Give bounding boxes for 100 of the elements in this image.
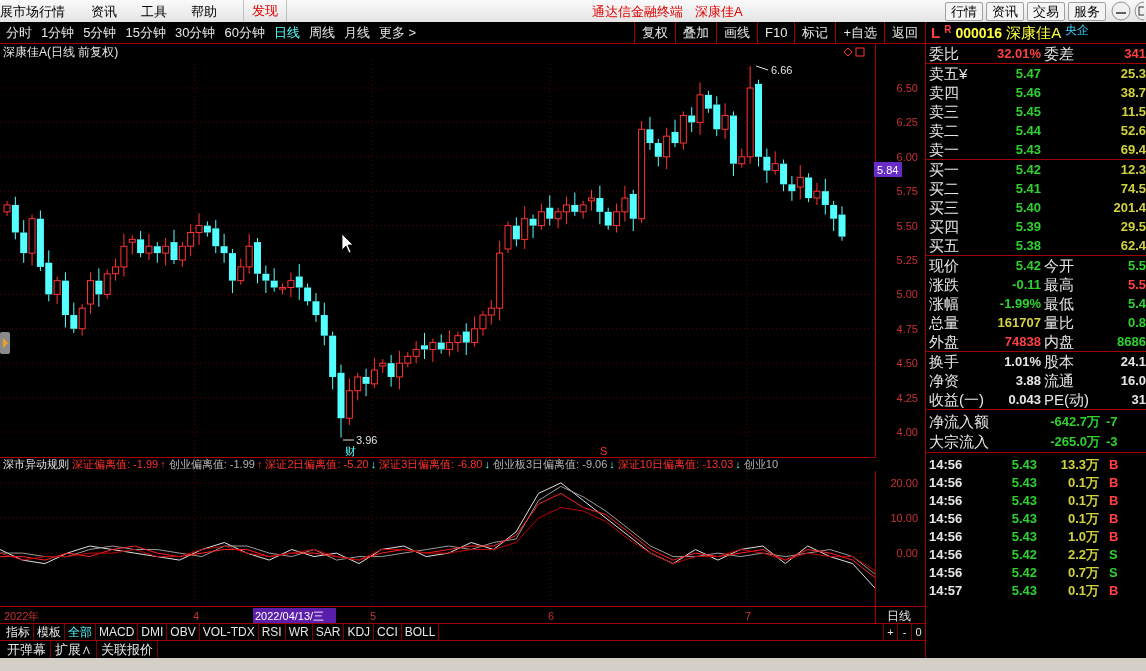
menu-item[interactable]: 资讯 <box>79 4 129 18</box>
bottom-tab[interactable]: 扩展∧ <box>51 641 97 658</box>
order-label: 卖二 <box>929 123 960 138</box>
order-volume: 74.5 <box>1119 182 1146 195</box>
order-label: 买三 <box>929 200 960 215</box>
header-button[interactable]: 资讯 <box>986 1 1024 21</box>
toolbar-button[interactable]: 画线 <box>716 22 757 43</box>
tick-time: 14:56 <box>929 511 964 525</box>
flow-value: -642.7万 <box>1049 414 1100 428</box>
tick-volume: 0.1万 <box>1066 511 1099 525</box>
indicator-tab[interactable]: BOLL <box>401 624 440 640</box>
quote-value: 0.043 <box>1007 393 1041 406</box>
price-axis-label: 5.25 <box>896 254 918 266</box>
indicator-tab[interactable]: RSI <box>258 624 286 640</box>
period-tab[interactable]: 更多 > <box>378 26 417 39</box>
period-tab[interactable]: 15分钟 <box>125 26 166 39</box>
price-axis-label: 6.50 <box>896 82 918 94</box>
leader-line <box>342 439 355 441</box>
zoom-button[interactable]: + <box>883 624 897 640</box>
high-price-label: 6.66 <box>771 64 793 76</box>
app-stock-name: 深康佳A <box>695 4 743 18</box>
price-axis-label: 6.00 <box>896 150 918 163</box>
flag-label: R <box>944 25 952 35</box>
quote-value: 0.8 <box>1126 314 1146 332</box>
maximize-icon[interactable] <box>1134 1 1144 21</box>
tick-price: 5.42 <box>1010 565 1037 579</box>
bottom-tab[interactable]: 关联报价 <box>97 641 158 658</box>
order-price: 5.47 <box>1014 67 1041 80</box>
chart-tools-icon[interactable] <box>843 47 865 57</box>
header-button[interactable]: 服务 <box>1068 1 1106 21</box>
trend-arrow: ↓ <box>609 459 615 470</box>
period-tab[interactable]: 5分钟 <box>83 26 117 39</box>
tick-side: B <box>1109 583 1119 597</box>
menu-item[interactable]: 帮助 <box>179 4 229 18</box>
order-label: 买四 <box>929 219 960 234</box>
quote-value: 5.5 <box>1126 257 1146 275</box>
tick-price: 5.43 <box>1010 511 1037 525</box>
period-tab[interactable]: 周线 <box>308 26 335 39</box>
tick-volume: 0.1万 <box>1066 583 1099 597</box>
toolbar-button[interactable]: 标记 <box>794 22 836 43</box>
indicator-tab[interactable]: VOL-TDX <box>199 624 259 640</box>
toolbar-button[interactable]: F10 <box>757 22 795 43</box>
toolbar-button[interactable]: 叠加 <box>675 22 716 43</box>
period-tab[interactable]: 日线 <box>273 26 300 39</box>
indicator-tab[interactable]: CCI <box>374 624 402 640</box>
zoom-button[interactable]: - <box>897 624 911 640</box>
toolbar-button[interactable]: 复权 <box>634 22 675 43</box>
indicator-tab[interactable]: 全部 <box>65 624 96 640</box>
period-tab[interactable]: 1分钟 <box>41 26 75 39</box>
period-tab[interactable]: 60分钟 <box>224 26 265 39</box>
quote-label: 今开 <box>1043 256 1075 275</box>
quote-label: 最低 <box>1043 294 1075 313</box>
indicator-value: 深证2日偏离值: -5.20 <box>265 459 369 470</box>
trend-arrow: ↓ <box>370 459 377 470</box>
chart-title: 深康佳A(日线 前复权) <box>2 46 119 58</box>
toolbar-button[interactable]: +自选 <box>835 22 884 43</box>
quote-label: 现价 <box>929 256 960 275</box>
indicator-value: 创业10 <box>743 459 779 470</box>
quote-label: 委比 <box>929 46 960 61</box>
indicator-tab[interactable]: SAR <box>312 624 345 640</box>
quote-value: 5.42 <box>1014 257 1041 275</box>
indicator-tab[interactable]: 指标 <box>3 624 34 640</box>
minimize-icon[interactable] <box>1111 1 1131 21</box>
indicator-tab[interactable]: DMI <box>138 624 168 640</box>
period-tab[interactable]: 月线 <box>343 26 370 39</box>
tick-side: B <box>1109 529 1119 543</box>
price-axis-label: 5.50 <box>896 219 918 232</box>
quote-value: 1.01% <box>1003 355 1041 368</box>
indicator-tab[interactable]: OBV <box>167 624 200 640</box>
indicator-tab[interactable]: 模板 <box>34 624 65 640</box>
tick-time: 14:56 <box>929 547 964 561</box>
stock-code: 000016 <box>955 25 1003 40</box>
order-volume: 52.6 <box>1119 124 1146 137</box>
quote-label: PE(动) <box>1043 392 1090 407</box>
tick-price: 5.43 <box>1010 475 1037 489</box>
date-label[interactable]: 2022/04/13/三 <box>253 608 336 623</box>
order-volume: 25.3 <box>1119 67 1146 80</box>
bottom-tab[interactable]: 开弹幕 <box>3 641 51 658</box>
quote-label: 流通 <box>1043 373 1075 388</box>
order-volume: 12.3 <box>1119 163 1146 176</box>
indicator-axis-label: 20.00 <box>890 476 918 489</box>
indicator-tab[interactable]: KDJ <box>344 624 375 640</box>
header-button[interactable]: 行情 <box>945 1 983 21</box>
indicator-value: 创业板3日偏离值: -9.06 <box>493 459 608 470</box>
period-tab[interactable]: 分时 <box>6 26 32 39</box>
price-axis-label: 4.00 <box>896 426 918 438</box>
header-button[interactable]: 交易 <box>1027 1 1065 21</box>
flow-label: 大宗流入 <box>929 433 990 449</box>
indicator-name: 深市异动规则 <box>3 459 69 470</box>
tick-time: 14:56 <box>929 529 964 543</box>
period-tab[interactable]: 30分钟 <box>174 26 216 39</box>
menu-item[interactable]: 工具 <box>129 4 179 18</box>
indicator-tab[interactable]: MACD <box>96 624 139 640</box>
tick-volume: 0.1万 <box>1066 493 1099 507</box>
indicator-tab[interactable]: WR <box>285 624 313 640</box>
tick-price: 5.43 <box>1010 583 1037 597</box>
tick-volume: 2.2万 <box>1066 547 1099 561</box>
flow-value: -3 <box>1105 434 1119 448</box>
menu-item[interactable]: 展市场行情 <box>0 4 79 18</box>
order-volume: 62.4 <box>1119 239 1146 252</box>
